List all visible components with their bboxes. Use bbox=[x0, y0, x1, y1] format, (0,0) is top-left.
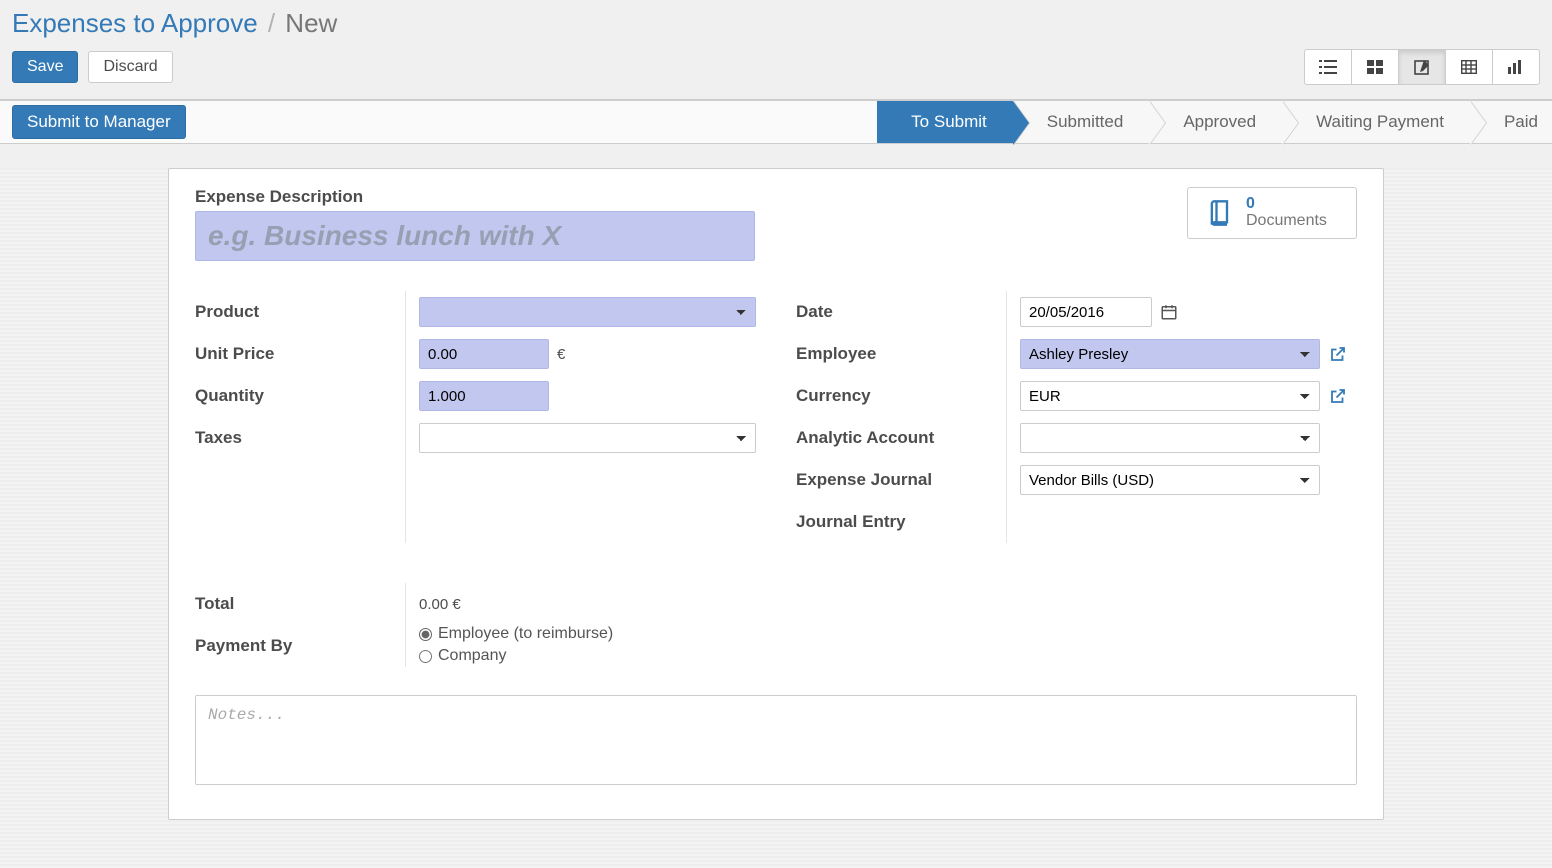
product-label: Product bbox=[195, 291, 405, 333]
group-right: Date Employee Ashley Presley bbox=[796, 291, 1357, 543]
status-stages: To Submit Submitted Approved Waiting Pay… bbox=[877, 101, 1552, 143]
submit-manager-button[interactable]: Submit to Manager bbox=[12, 105, 186, 139]
documents-label: Documents bbox=[1246, 212, 1327, 230]
notes-textarea[interactable] bbox=[195, 695, 1357, 785]
payment-option-employee[interactable]: Employee (to reimburse) bbox=[419, 625, 613, 643]
control-panel: Save Discard bbox=[0, 45, 1552, 100]
stage-submitted[interactable]: Submitted bbox=[1013, 101, 1150, 143]
group-bottom: Total 0.00 € Payment By Employee (to rei… bbox=[195, 583, 756, 667]
employee-external-link-icon[interactable] bbox=[1328, 344, 1348, 364]
currency-external-link-icon[interactable] bbox=[1328, 386, 1348, 406]
pivot-icon bbox=[1461, 60, 1477, 74]
list-icon bbox=[1319, 60, 1337, 74]
view-switcher bbox=[1304, 49, 1540, 85]
book-icon bbox=[1206, 199, 1234, 227]
breadcrumb: Expenses to Approve / New bbox=[0, 0, 1552, 45]
unit-price-label: Unit Price bbox=[195, 333, 405, 375]
journal-entry-label: Journal Entry bbox=[796, 501, 1006, 543]
documents-count: 0 bbox=[1246, 196, 1327, 212]
stage-to-submit[interactable]: To Submit bbox=[877, 101, 1013, 143]
status-bar: Submit to Manager To Submit Submitted Ap… bbox=[0, 100, 1552, 144]
payment-option-company[interactable]: Company bbox=[419, 647, 506, 665]
control-panel-right bbox=[1304, 49, 1540, 85]
view-pivot-button[interactable] bbox=[1445, 49, 1493, 85]
payment-radio-company[interactable] bbox=[419, 650, 432, 663]
expense-description-input[interactable] bbox=[195, 211, 755, 261]
product-select[interactable] bbox=[419, 297, 756, 327]
analytic-account-select[interactable] bbox=[1020, 423, 1320, 453]
taxes-select[interactable] bbox=[419, 423, 756, 453]
currency-label: Currency bbox=[796, 375, 1006, 417]
employee-select[interactable]: Ashley Presley bbox=[1020, 339, 1320, 369]
kanban-icon bbox=[1367, 60, 1383, 74]
quantity-input[interactable] bbox=[419, 381, 549, 411]
form-icon bbox=[1414, 59, 1430, 75]
date-label: Date bbox=[796, 291, 1006, 333]
breadcrumb-parent[interactable]: Expenses to Approve bbox=[12, 8, 258, 38]
form-sheet: Expense Description 0 Documents Product bbox=[168, 168, 1384, 820]
calendar-icon[interactable] bbox=[1160, 303, 1178, 321]
payment-by-label: Payment By bbox=[195, 625, 405, 667]
currency-select[interactable]: EUR bbox=[1020, 381, 1320, 411]
group-left: Product Unit Price € Quantity bbox=[195, 291, 756, 543]
save-button[interactable]: Save bbox=[12, 51, 78, 83]
total-label: Total bbox=[195, 583, 405, 625]
employee-label: Employee bbox=[796, 333, 1006, 375]
payment-option-employee-label: Employee (to reimburse) bbox=[438, 625, 613, 643]
graph-icon bbox=[1508, 60, 1524, 74]
stage-approved[interactable]: Approved bbox=[1149, 101, 1282, 143]
view-kanban-button[interactable] bbox=[1351, 49, 1399, 85]
expense-journal-label: Expense Journal bbox=[796, 459, 1006, 501]
unit-price-currency: € bbox=[557, 346, 565, 363]
expense-journal-select[interactable]: Vendor Bills (USD) bbox=[1020, 465, 1320, 495]
quantity-label: Quantity bbox=[195, 375, 405, 417]
date-input[interactable] bbox=[1020, 297, 1152, 327]
payment-radio-employee[interactable] bbox=[419, 628, 432, 641]
control-panel-left: Save Discard bbox=[12, 51, 173, 83]
analytic-account-label: Analytic Account bbox=[796, 417, 1006, 459]
unit-price-input[interactable] bbox=[419, 339, 549, 369]
taxes-label: Taxes bbox=[195, 417, 405, 459]
payment-option-company-label: Company bbox=[438, 647, 506, 665]
documents-button[interactable]: 0 Documents bbox=[1187, 187, 1357, 239]
view-list-button[interactable] bbox=[1304, 49, 1352, 85]
discard-button[interactable]: Discard bbox=[88, 51, 172, 83]
breadcrumb-separator: / bbox=[262, 8, 281, 38]
view-graph-button[interactable] bbox=[1492, 49, 1540, 85]
stage-waiting-payment[interactable]: Waiting Payment bbox=[1282, 101, 1470, 143]
expense-description-label: Expense Description bbox=[195, 187, 1187, 207]
breadcrumb-current: New bbox=[285, 8, 337, 38]
view-form-button[interactable] bbox=[1398, 49, 1446, 85]
total-value: 0.00 € bbox=[419, 596, 461, 613]
